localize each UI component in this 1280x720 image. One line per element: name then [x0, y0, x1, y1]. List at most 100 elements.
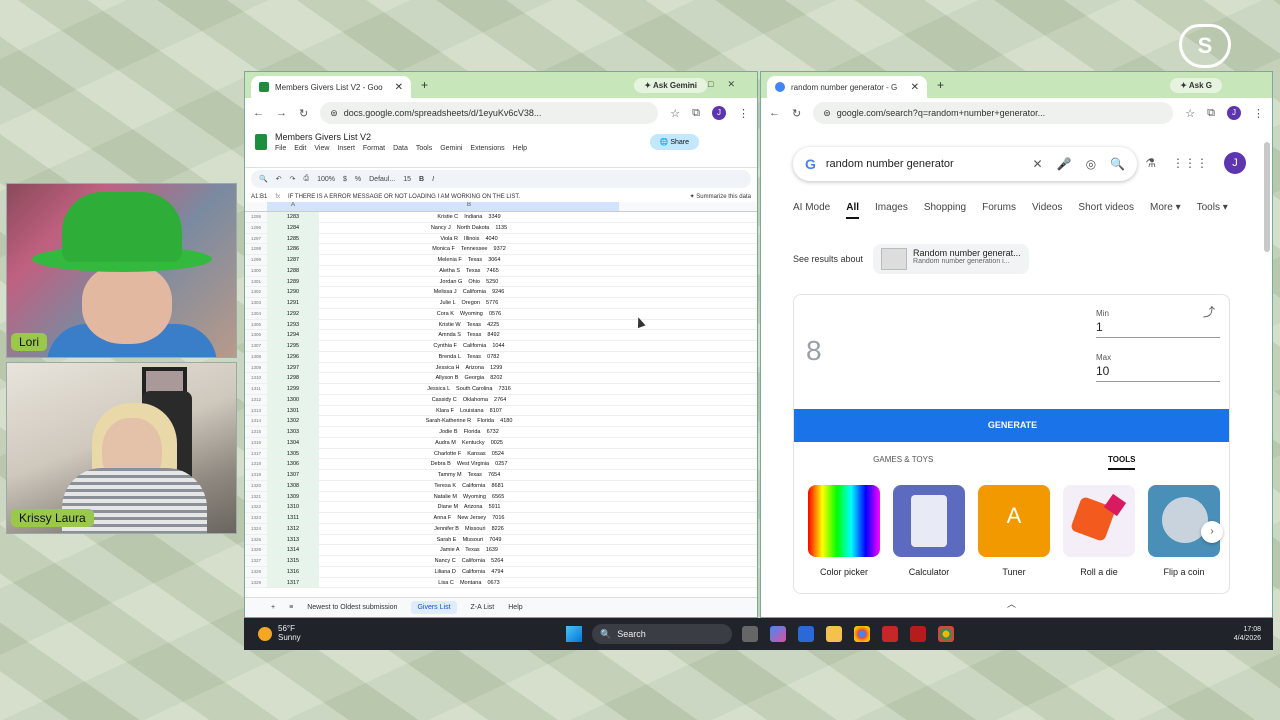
menu-kebab-icon[interactable]: ⋮ — [1253, 107, 1264, 120]
table-row[interactable]: 1316 1304 Audra M Kentucky 0025 — [245, 437, 757, 449]
chrome-icon[interactable] — [854, 626, 870, 642]
back-icon[interactable]: ← — [253, 107, 264, 119]
all-sheets-icon[interactable]: ≡ — [289, 604, 293, 611]
row-number[interactable]: 1306 — [245, 330, 267, 340]
forward-icon[interactable]: → — [276, 107, 287, 119]
share-button[interactable]: 🌐 Share — [649, 134, 699, 150]
tab-more[interactable]: More ▾ — [1150, 202, 1181, 219]
table-row[interactable]: 1327 1315 Nancy C California 5264 — [245, 556, 757, 567]
table-row[interactable]: 1303 1291 Julie L Oregon 5776 — [245, 298, 757, 309]
menu-tools[interactable]: Tools — [416, 145, 432, 152]
table-row[interactable]: 1295 1283 Kristie C Indiana 3349 — [245, 212, 757, 223]
cell-giver[interactable]: Anna F New Jersey 7016 — [319, 513, 619, 523]
cell-id[interactable]: 1301 — [267, 405, 319, 416]
redo-icon[interactable]: ↷ — [290, 175, 296, 183]
cell-id[interactable]: 1316 — [267, 566, 319, 577]
column-header-b[interactable]: B — [319, 202, 619, 211]
row-number[interactable]: 1307 — [245, 341, 267, 351]
tab-ai-mode[interactable]: AI Mode — [793, 202, 830, 219]
cell-giver[interactable]: Jordan G Ohio 5250 — [319, 277, 619, 287]
sheet-tab-help[interactable]: Help — [508, 604, 522, 611]
row-number[interactable]: 1305 — [245, 319, 267, 330]
table-row[interactable]: 1310 1298 Allyson B Georgia 8202 — [245, 373, 757, 384]
tab-short-videos[interactable]: Short videos — [1078, 202, 1134, 219]
cell-id[interactable]: 1292 — [267, 308, 319, 319]
cell-id[interactable]: 1283 — [267, 212, 319, 222]
table-row[interactable]: 1317 1305 Charlotte F Kansas 0524 — [245, 448, 757, 460]
cell-giver[interactable]: Jennifer B Missouri 8226 — [319, 524, 619, 534]
cell-id[interactable]: 1303 — [267, 427, 319, 437]
ask-gemini-button[interactable]: ✦ Ask G — [1170, 77, 1222, 93]
cell-id[interactable]: 1289 — [267, 276, 319, 287]
cell-giver[interactable]: Melenia F Texas 3064 — [319, 255, 619, 265]
row-number[interactable]: 1314 — [245, 416, 267, 426]
back-icon[interactable]: ← — [769, 107, 780, 119]
cell-giver[interactable]: Nancy C California 5264 — [319, 556, 619, 566]
table-row[interactable]: 1306 1294 Amnda S Texas 8492 — [245, 330, 757, 341]
row-number[interactable]: 1324 — [245, 523, 267, 534]
menu-extensions[interactable]: Extensions — [470, 145, 504, 152]
cell-id[interactable]: 1294 — [267, 330, 319, 340]
cell-giver[interactable]: Melissa J California 9246 — [319, 287, 619, 297]
cell-giver[interactable]: Tammy M Texas 7654 — [319, 470, 619, 480]
profile-avatar[interactable]: J — [712, 106, 726, 120]
table-row[interactable]: 1308 1296 Brenda L Texas 0782 — [245, 351, 757, 363]
menu-help[interactable]: Help — [513, 145, 527, 152]
tab-forums[interactable]: Forums — [982, 202, 1016, 219]
cell-id[interactable]: 1296 — [267, 351, 319, 362]
chevron-up-icon[interactable]: ︿ — [1007, 597, 1016, 610]
row-number[interactable]: 1316 — [245, 437, 267, 448]
row-number[interactable]: 1304 — [245, 308, 267, 319]
close-tab-icon[interactable]: ✕ — [911, 82, 919, 93]
min-field[interactable]: Min 1 — [1096, 309, 1220, 338]
cell-id[interactable]: 1285 — [267, 233, 319, 244]
cell-giver[interactable]: Amnda S Texas 8492 — [319, 330, 619, 340]
table-row[interactable]: 1321 1309 Natalie M Wyoming 6565 — [245, 491, 757, 503]
tab-tools[interactable]: Tools ▾ — [1197, 202, 1228, 219]
cell-id[interactable]: 1302 — [267, 416, 319, 426]
add-sheet-icon[interactable]: + — [271, 604, 275, 611]
tool-calculator[interactable]: Calculator — [893, 485, 965, 577]
table-row[interactable]: 1301 1289 Jordan G Ohio 5250 — [245, 276, 757, 288]
row-number[interactable]: 1296 — [245, 222, 267, 233]
table-row[interactable]: 1298 1286 Monica F Tennessee 9372 — [245, 244, 757, 255]
search-menus-icon[interactable]: 🔍 — [259, 175, 268, 183]
row-number[interactable]: 1312 — [245, 394, 267, 405]
cell-giver[interactable]: Jessica H Arizona 1299 — [319, 363, 619, 373]
tab-images[interactable]: Images — [875, 202, 908, 219]
row-number[interactable]: 1325 — [245, 534, 267, 545]
max-field[interactable]: Max 10 — [1096, 353, 1220, 382]
max-value[interactable]: 10 — [1096, 362, 1220, 381]
cell-id[interactable]: 1311 — [267, 513, 319, 523]
cell-giver[interactable]: Charlotte F Kansas 0524 — [319, 449, 619, 459]
spreadsheet-grid[interactable]: A B 1295 1283 Kristie C Indiana 3349 1296 12… — [245, 202, 757, 592]
sheet-tab-givers-list[interactable]: Givers List — [411, 601, 457, 614]
category-games-toys[interactable]: GAMES & TOYS — [794, 447, 1013, 473]
new-tab-icon[interactable]: + — [937, 78, 944, 92]
cell-id[interactable]: 1297 — [267, 362, 319, 373]
clear-search-icon[interactable]: ✕ — [1033, 157, 1043, 171]
row-number[interactable]: 1303 — [245, 298, 267, 308]
cell-giver[interactable]: Audra M Kentucky 0025 — [319, 438, 619, 448]
table-row[interactable]: 1311 1299 Jessica L South Carolina 7316 — [245, 384, 757, 395]
cell-giver[interactable]: Sarah E Missouri 7049 — [319, 535, 619, 545]
scrollbar[interactable] — [1264, 142, 1270, 252]
browser-tab-sheets[interactable]: Members Givers List V2 - Goo ✕ — [251, 76, 411, 98]
table-row[interactable]: 1305 1293 Kristie W Texas 4225 — [245, 319, 757, 331]
table-row[interactable]: 1324 1312 Jennifer B Missouri 8226 — [245, 523, 757, 535]
row-number[interactable]: 1315 — [245, 427, 267, 437]
search-query[interactable]: random number generator — [826, 158, 954, 170]
task-view-icon[interactable] — [742, 626, 758, 642]
cell-giver[interactable]: Jamie A Texas 1639 — [319, 545, 619, 555]
taskbar-clock[interactable]: 17:08 4/4/2026 — [1234, 625, 1261, 643]
select-all-corner[interactable] — [245, 202, 267, 211]
row-number[interactable]: 1323 — [245, 513, 267, 523]
cell-giver[interactable]: Cora K Wyoming 0576 — [319, 309, 619, 319]
row-number[interactable]: 1327 — [245, 556, 267, 566]
close-tab-icon[interactable]: ✕ — [395, 82, 403, 93]
row-number[interactable]: 1299 — [245, 255, 267, 265]
table-row[interactable]: 1326 1314 Jamie A Texas 1639 — [245, 545, 757, 556]
cell-id[interactable]: 1312 — [267, 523, 319, 534]
table-row[interactable]: 1304 1292 Cora K Wyoming 0576 — [245, 308, 757, 320]
zoom-select[interactable]: 100% — [317, 176, 335, 183]
